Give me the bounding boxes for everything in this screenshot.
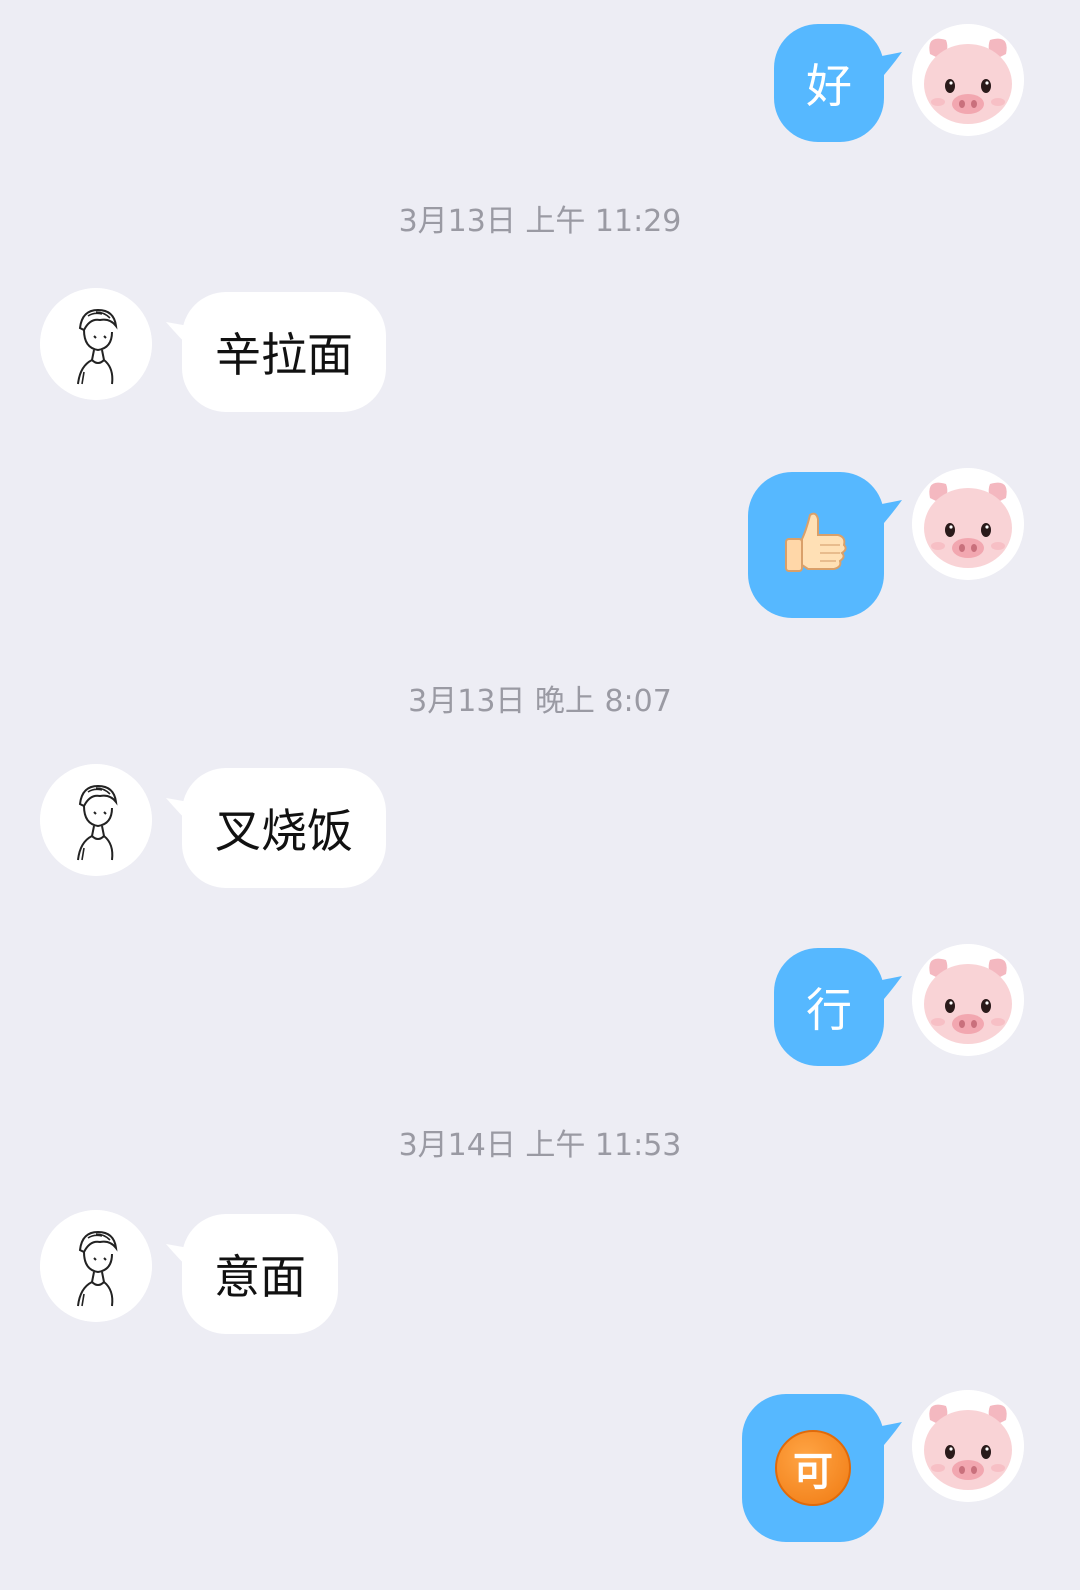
message-text: 好: [806, 59, 852, 113]
message-row: 叉烧饭: [0, 764, 1080, 888]
outgoing-message-bubble[interactable]: [748, 472, 884, 618]
bubble-tail: [872, 500, 902, 530]
message-text: 行: [806, 983, 852, 1037]
message-row: 意面: [0, 1210, 1080, 1334]
message-row: [0, 468, 1080, 620]
sketch-person-avatar-icon[interactable]: [40, 1210, 152, 1322]
message-text: 意面: [214, 1250, 306, 1304]
timestamp: 3月13日 上午 11:29: [398, 204, 682, 239]
outgoing-message-bubble[interactable]: 行: [774, 948, 884, 1066]
pig-avatar-icon[interactable]: [912, 468, 1024, 580]
message-row: 好: [0, 22, 1080, 146]
incoming-message-bubble[interactable]: 辛拉面: [182, 292, 386, 412]
bubble-tail: [872, 1422, 902, 1452]
message-row: 可: [0, 1390, 1080, 1546]
message-text: 叉烧饭: [215, 804, 353, 858]
pig-avatar-icon[interactable]: [912, 24, 1024, 136]
pig-avatar-icon[interactable]: [912, 1390, 1024, 1502]
timestamp: 3月13日 晚上 8:07: [408, 684, 672, 719]
ke-emoji-icon: 可: [775, 1430, 851, 1506]
message-row: 辛拉面: [0, 288, 1080, 412]
pig-avatar-icon[interactable]: [912, 944, 1024, 1056]
timestamp: 3月14日 上午 11:53: [398, 1128, 682, 1163]
message-row: 行: [0, 944, 1080, 1068]
incoming-message-bubble[interactable]: 叉烧饭: [182, 768, 386, 888]
bubble-tail: [872, 976, 902, 1006]
sketch-person-avatar-icon[interactable]: [40, 288, 152, 400]
incoming-message-bubble[interactable]: 意面: [182, 1214, 338, 1334]
outgoing-message-bubble[interactable]: 可: [742, 1394, 884, 1542]
message-text: 辛拉面: [215, 328, 353, 382]
thumbs-up-emoji-icon: [780, 509, 852, 581]
emoji-text: 可: [793, 1449, 833, 1495]
outgoing-message-bubble[interactable]: 好: [774, 24, 884, 142]
sketch-person-avatar-icon[interactable]: [40, 764, 152, 876]
bubble-tail: [872, 52, 902, 82]
